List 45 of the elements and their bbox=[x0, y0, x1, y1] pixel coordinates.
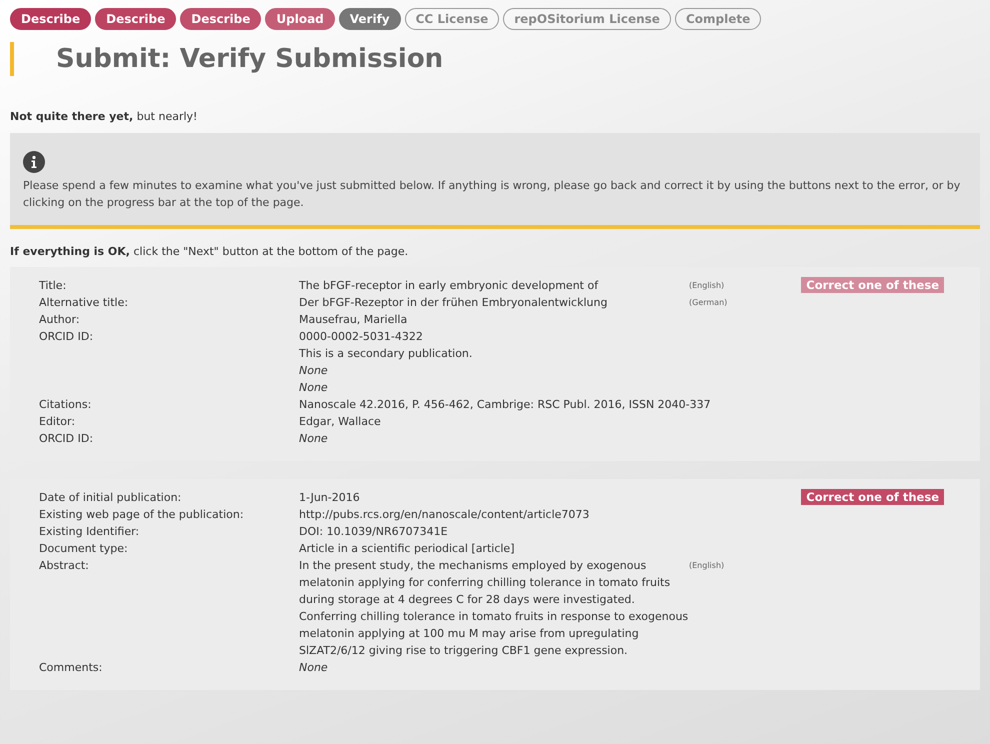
info-icon bbox=[23, 151, 45, 173]
correct-button[interactable]: Correct one of these bbox=[801, 489, 944, 505]
field-label: Editor: bbox=[39, 414, 76, 430]
status-message: Not quite there yet, but nearly! bbox=[10, 110, 198, 123]
field-value: Edgar, Wallace bbox=[299, 414, 382, 430]
field-label: Document type: bbox=[39, 541, 129, 557]
info-text: Please spend a few minutes to examine what you've just submitted below. If anything is wrong, please go back and correct it by using the buttons next to the error, or by clicking on the progress bar at the top of the page. bbox=[23, 178, 962, 211]
field-label: Title: bbox=[39, 278, 68, 294]
field-label: ORCID ID: bbox=[39, 329, 94, 345]
field-label: Date of initial publication: bbox=[39, 490, 182, 506]
field-label: Existing web page of the publication: bbox=[39, 507, 245, 523]
progress-step[interactable]: repOSitorium License bbox=[503, 8, 671, 30]
field-value: http://pubs.rcs.org/en/nanoscale/content/article7073 bbox=[299, 507, 590, 523]
field-value: None bbox=[299, 380, 329, 396]
field-value: Mausefrau, Mariella bbox=[299, 312, 408, 328]
language-tag: (English) bbox=[689, 557, 819, 659]
field-value: Der bFGF-Rezeptor in der frühen Embryonalentwicklung bbox=[299, 295, 608, 311]
field-value: The bFGF-receptor in early embryonic development of bbox=[299, 278, 600, 294]
field-value: 0000-0002-5031-4322 bbox=[299, 329, 424, 345]
progress-step[interactable]: Complete bbox=[674, 8, 762, 30]
hint-message: If everything is OK, click the "Next" button at the bottom of the page. bbox=[10, 245, 410, 258]
progress-step[interactable]: Upload bbox=[265, 8, 335, 30]
field-value: This is a secondary publication. bbox=[299, 346, 474, 362]
field-value: DOI: 10.1039/NR6707341E bbox=[299, 524, 449, 540]
field-label: ORCID ID: bbox=[39, 431, 94, 447]
field-value: None bbox=[299, 431, 329, 447]
field-label: Existing Identifier: bbox=[39, 524, 140, 540]
field-value: None bbox=[299, 660, 329, 676]
field-label: Alternative title: bbox=[39, 295, 130, 311]
language-tag: (German) bbox=[689, 294, 819, 311]
field-value: Nanoscale 42.2016, P. 456-462, Cambrige: RSC Publ. 2016, ISSN 2040-337 bbox=[299, 397, 712, 413]
progress-step[interactable]: Describe bbox=[10, 8, 92, 30]
field-value: None bbox=[299, 363, 329, 379]
title-accent-bar bbox=[10, 42, 14, 76]
field-value: In the present study, the mechanisms employed by exogenous melatonin applying for conferring chilling tolerance in tomato fruits during storage at 4 degrees C for 28 days were investigated. Conferring chilling tolerance in tomato fruits in response to exogenous melatonin applying at 100 mu M may arise from upregulating SlZAT2/6/12 giving rise to triggering CBF1 gene expression. bbox=[299, 558, 689, 659]
field-label: Comments: bbox=[39, 660, 104, 676]
progress-step[interactable]: Describe bbox=[180, 8, 262, 30]
field-label: Author: bbox=[39, 312, 81, 328]
progress-step[interactable]: Verify bbox=[338, 8, 401, 30]
field-label: Abstract: bbox=[39, 558, 90, 574]
field-value: Article in a scientific periodical [article] bbox=[299, 541, 516, 557]
progress-step[interactable]: CC License bbox=[404, 8, 500, 30]
page-title: Submit: Verify Submission bbox=[56, 44, 444, 74]
field-label: Citations: bbox=[39, 397, 92, 413]
progress-step[interactable]: Describe bbox=[95, 8, 176, 30]
